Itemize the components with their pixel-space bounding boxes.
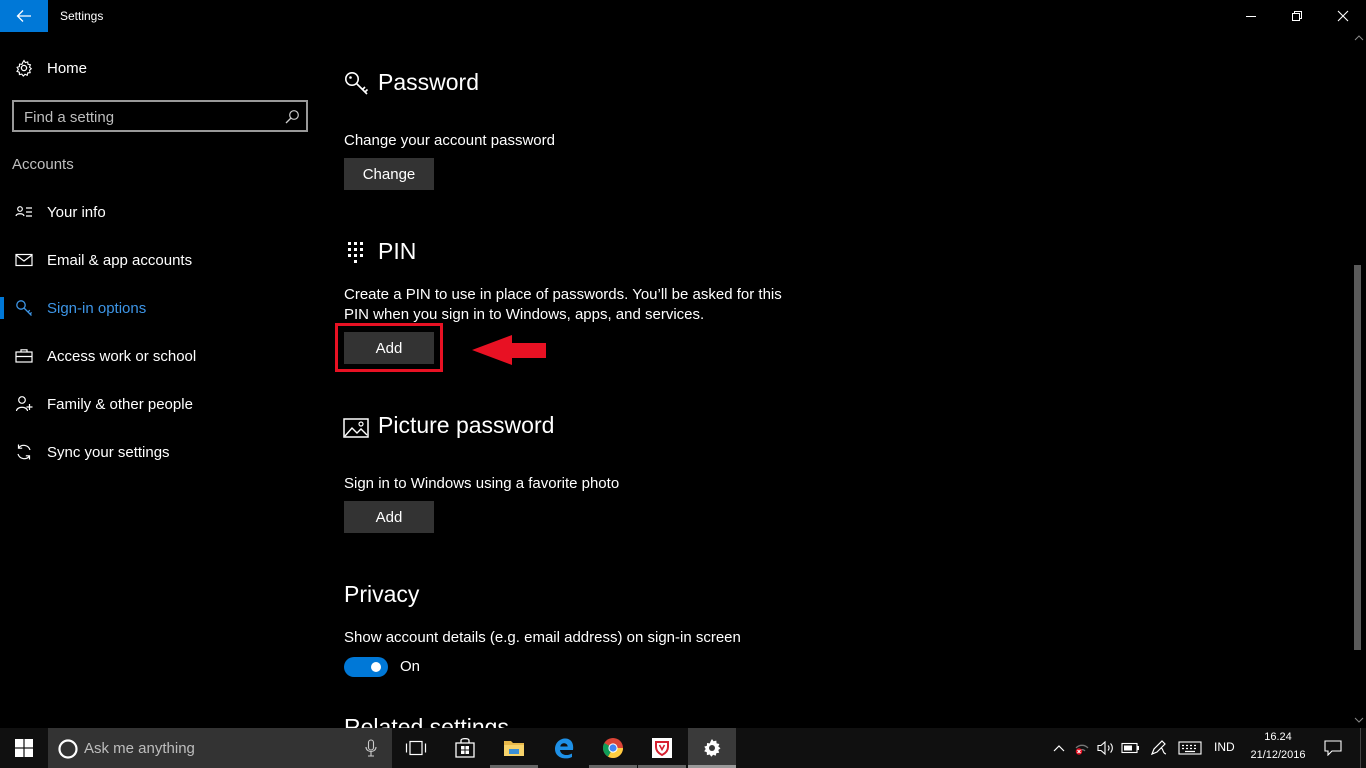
person-add-icon xyxy=(14,394,34,414)
scroll-thumb[interactable] xyxy=(1354,265,1361,650)
keyboard-icon xyxy=(1178,741,1202,755)
privacy-description: Show account details (e.g. email address… xyxy=(344,629,741,646)
pin-description-line2: PIN when you sign in to Windows, apps, a… xyxy=(344,306,705,323)
sidebar-home[interactable]: Home xyxy=(0,48,320,88)
sidebar-item-sync-your-settings[interactable]: Sync your settings xyxy=(0,432,320,472)
store-bag-icon xyxy=(455,737,475,758)
start-button[interactable] xyxy=(0,728,48,768)
mail-icon xyxy=(14,250,34,270)
chevron-up-icon xyxy=(1053,745,1065,752)
sidebar-home-label: Home xyxy=(47,59,88,77)
task-view-button[interactable] xyxy=(392,728,440,768)
password-description: Change your account password xyxy=(344,132,555,149)
add-picture-password-button[interactable]: Add xyxy=(344,501,434,533)
sidebar-item-label: Access work or school xyxy=(47,347,197,365)
search-field[interactable] xyxy=(12,100,308,132)
edge-icon xyxy=(555,738,574,759)
sync-icon xyxy=(14,442,34,462)
scroll-down-icon[interactable] xyxy=(1354,716,1364,724)
sidebar-item-label: Your info xyxy=(47,203,106,221)
sidebar-item-label: Sync your settings xyxy=(47,443,170,461)
antivirus-app-button[interactable] xyxy=(638,728,686,768)
input-language-indicator[interactable]: IND xyxy=(1214,740,1235,754)
folder-icon xyxy=(504,741,524,756)
briefcase-icon xyxy=(14,346,34,366)
sidebar-item-label: Email & app accounts xyxy=(47,251,193,269)
minimize-icon xyxy=(1246,16,1256,17)
battery-icon xyxy=(1121,742,1139,754)
sidebar-item-your-info[interactable]: Your info xyxy=(0,192,320,232)
add-pin-button[interactable]: Add xyxy=(344,332,434,364)
window-title: Settings xyxy=(60,9,104,23)
keypad-icon xyxy=(348,242,363,263)
cortana-icon xyxy=(58,739,78,759)
battery-button[interactable] xyxy=(1120,738,1142,758)
shield-app-icon xyxy=(652,738,672,758)
sidebar-item-email-app-accounts[interactable]: Email & app accounts xyxy=(0,240,320,280)
file-explorer-button[interactable] xyxy=(490,728,538,768)
person-card-icon xyxy=(14,202,34,222)
sidebar-item-access-work-or-school[interactable]: Access work or school xyxy=(0,336,320,376)
back-arrow-icon xyxy=(16,10,31,22)
picture-password-heading: Picture password xyxy=(378,412,555,438)
change-password-button[interactable]: Change xyxy=(344,158,434,190)
show-desktop-button[interactable] xyxy=(1360,728,1366,768)
toggle-state-label: On xyxy=(400,658,421,675)
picture-password-description: Sign in to Windows using a favorite phot… xyxy=(344,475,620,492)
edge-browser-button[interactable] xyxy=(540,728,588,768)
restore-button[interactable] xyxy=(1274,0,1320,32)
search-input[interactable] xyxy=(24,108,274,126)
scroll-up-icon[interactable] xyxy=(1354,34,1364,42)
pin-heading: PIN xyxy=(378,238,417,264)
chrome-browser-button[interactable] xyxy=(589,728,637,768)
notification-icon xyxy=(1324,740,1342,756)
network-status-button[interactable] xyxy=(1072,738,1092,758)
minimize-button[interactable] xyxy=(1228,0,1274,32)
settings-app-button[interactable] xyxy=(688,728,736,768)
related-settings-heading: Related settings xyxy=(344,714,509,728)
privacy-heading: Privacy xyxy=(344,581,420,607)
microphone-icon[interactable] xyxy=(365,739,377,757)
action-center-button[interactable] xyxy=(1322,738,1344,758)
key-icon xyxy=(345,72,369,95)
clock-date[interactable]: 21/12/2016 xyxy=(1248,749,1308,761)
volume-button[interactable] xyxy=(1096,738,1116,758)
speaker-icon xyxy=(1097,740,1113,756)
show-hidden-icons-button[interactable] xyxy=(1050,738,1068,758)
picture-icon xyxy=(343,418,369,438)
section-header-accounts: Accounts xyxy=(12,156,74,173)
close-icon xyxy=(1337,10,1349,22)
toggle-knob xyxy=(371,662,381,672)
network-disconnected-icon xyxy=(1075,744,1089,755)
pen-icon xyxy=(1150,740,1167,756)
task-view-icon xyxy=(405,740,427,756)
windows-logo-icon xyxy=(15,739,33,757)
restore-icon xyxy=(1292,11,1302,21)
search-icon[interactable] xyxy=(284,109,300,125)
pen-workspace-button[interactable] xyxy=(1148,738,1170,758)
privacy-toggle[interactable] xyxy=(344,657,388,677)
sidebar-item-label: Sign-in options xyxy=(47,299,147,317)
pin-description-line1: Create a PIN to use in place of password… xyxy=(344,286,782,303)
related-settings-clip: Related settings xyxy=(344,714,644,728)
title-bar: Settings xyxy=(0,0,1366,32)
chrome-icon xyxy=(602,738,623,758)
store-app-button[interactable] xyxy=(441,728,489,768)
red-arrow-annotation xyxy=(472,335,546,365)
password-heading: Password xyxy=(378,69,479,95)
touch-keyboard-button[interactable] xyxy=(1176,738,1204,758)
back-button[interactable] xyxy=(0,0,48,32)
close-button[interactable] xyxy=(1320,0,1366,32)
cortana-placeholder: Ask me anything xyxy=(84,740,195,757)
sidebar-item-sign-in-options[interactable]: Sign-in options xyxy=(0,288,320,328)
gear-icon xyxy=(704,739,721,757)
sidebar-item-family-other-people[interactable]: Family & other people xyxy=(0,384,320,424)
key-icon xyxy=(14,298,34,318)
clock-time[interactable]: 16.24 xyxy=(1248,731,1308,743)
gear-icon xyxy=(14,58,34,78)
sidebar-item-label: Family & other people xyxy=(47,395,193,413)
